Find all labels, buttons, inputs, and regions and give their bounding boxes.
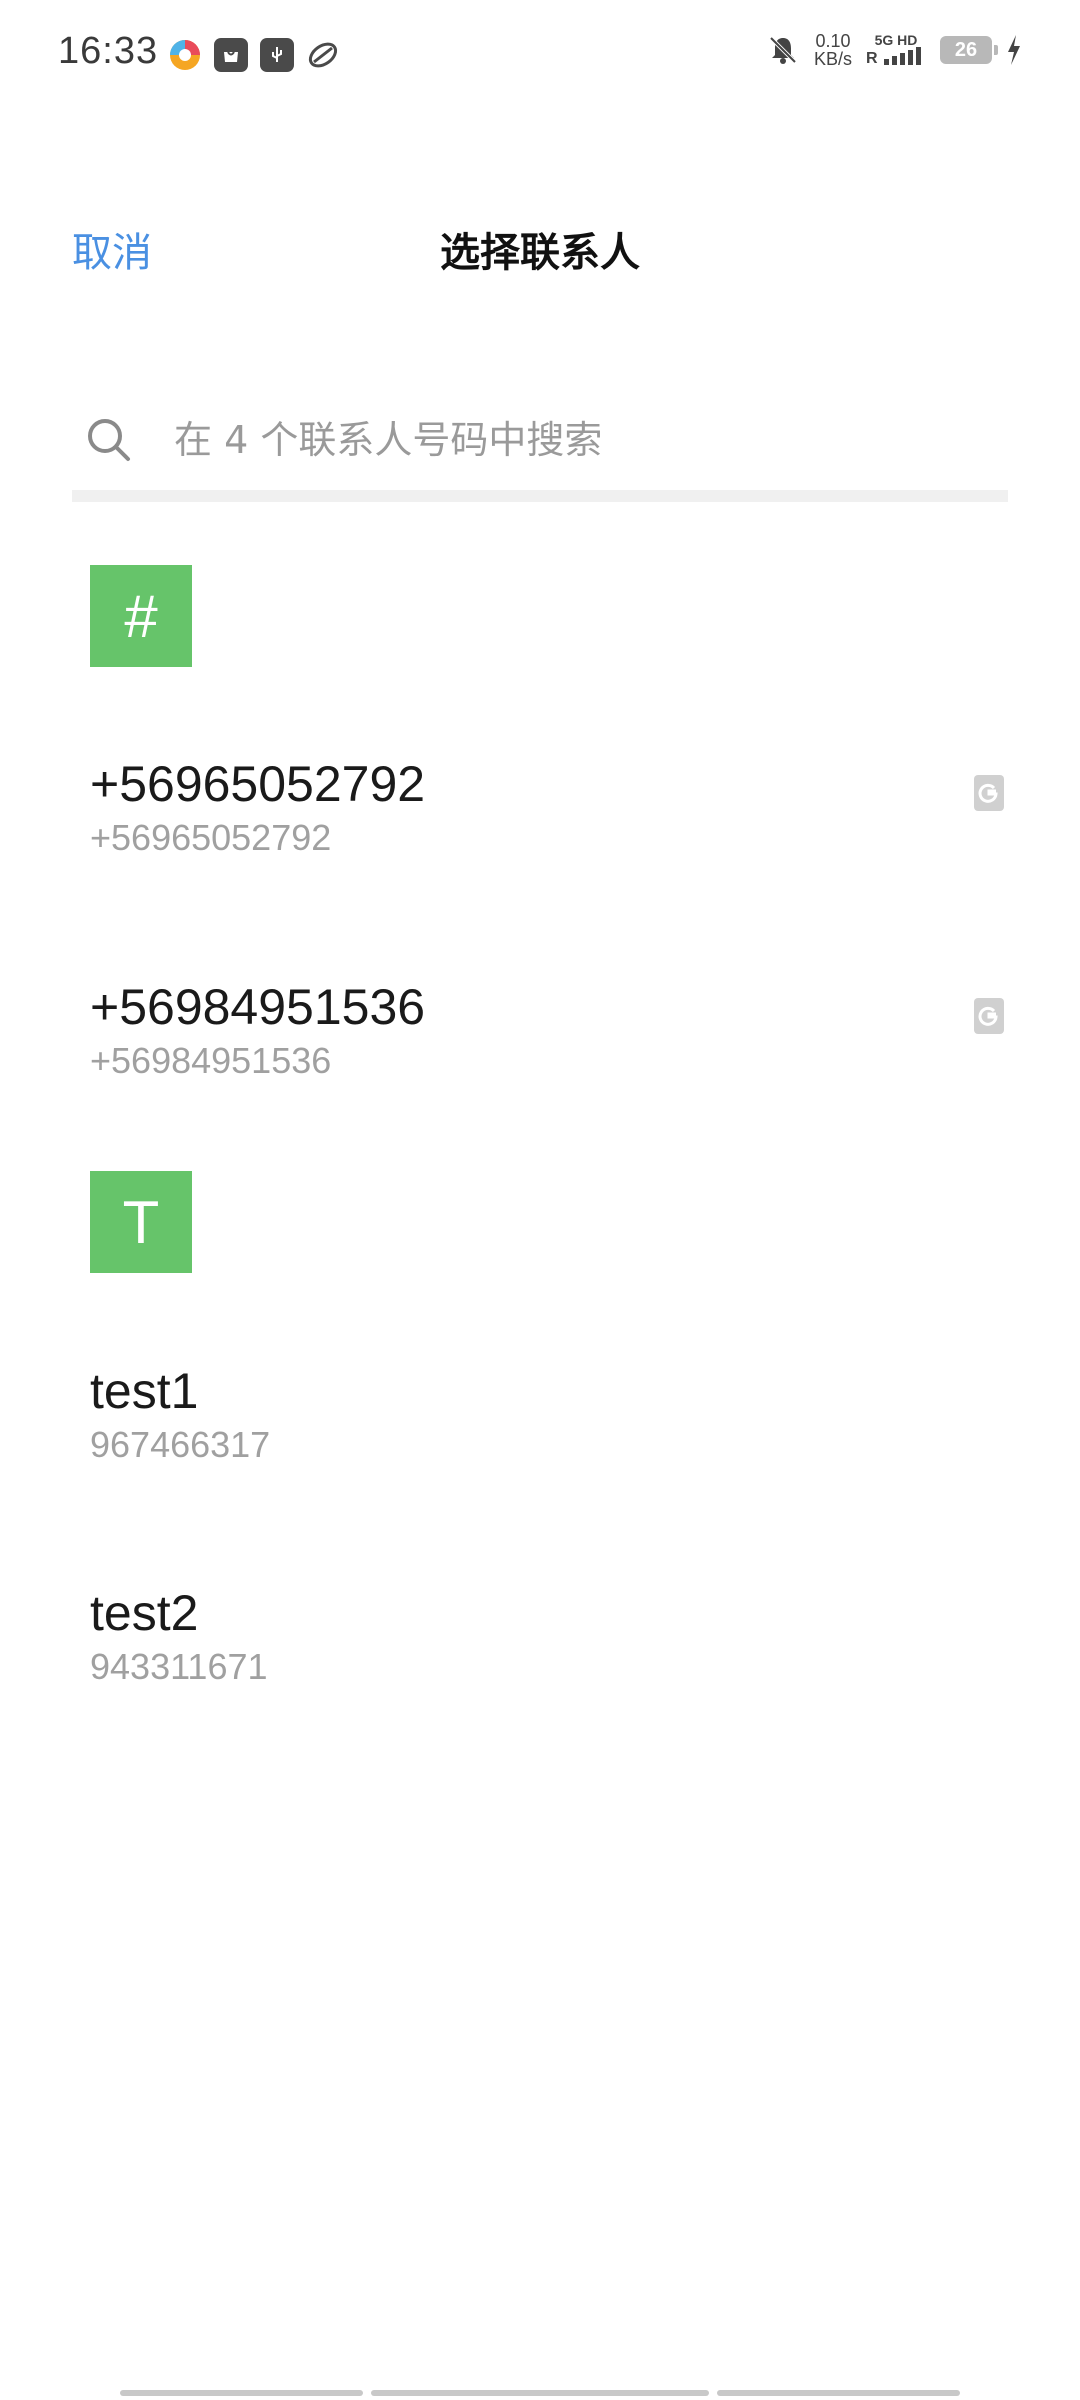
signal-label: 5G HD (874, 32, 918, 48)
contact-name: test1 (90, 1363, 199, 1419)
contact-item[interactable]: test1 967466317 (0, 1362, 1080, 1562)
status-indicators: 0.10 KB/s 5G HD R 26 (766, 32, 1022, 68)
contact-number: +56984951536 (90, 1040, 332, 1081)
search-bar[interactable] (72, 390, 1008, 502)
contact-name: +56984951536 (90, 979, 426, 1035)
leaf-app-icon (306, 38, 340, 72)
contact-item[interactable]: +56965052792 +56965052792 (0, 755, 1080, 955)
contact-name: test2 (90, 1585, 199, 1641)
network-speed: 0.10 KB/s (814, 32, 852, 68)
nav-segment-right[interactable] (716, 2390, 960, 2396)
signal-bars-icon: R (866, 47, 921, 67)
status-bar: 16:33 0.10 KB/s 5G HD R 26 (0, 0, 1080, 110)
silent-bell-icon (769, 36, 797, 64)
section-header-t: T (90, 1171, 192, 1273)
svg-text:R: R (866, 50, 878, 67)
contact-name: +56965052792 (90, 756, 426, 812)
contact-number: 967466317 (90, 1424, 271, 1465)
contact-item[interactable]: test2 943311671 (0, 1584, 1080, 1784)
net-speed-value: 0.10 (815, 31, 851, 51)
search-icon (88, 419, 130, 461)
notification-icons (168, 38, 340, 72)
page-title: 选择联系人 (440, 230, 640, 276)
google-contact-icon (974, 998, 1004, 1034)
nav-segment-center[interactable] (371, 2390, 709, 2396)
navigation-bar[interactable] (120, 2390, 960, 2396)
contact-number: 943311671 (90, 1646, 268, 1687)
battery-indicator: 26 (940, 36, 998, 64)
nav-segment-left[interactable] (120, 2390, 364, 2396)
charging-bolt-icon (1008, 35, 1020, 65)
browser-app-icon (168, 38, 202, 72)
google-contact-icon (974, 775, 1004, 811)
contact-number: +56965052792 (90, 817, 332, 858)
shopping-app-icon (214, 38, 248, 72)
net-speed-unit: KB/s (813, 49, 852, 69)
signal-indicator: 5G HD R (866, 33, 926, 67)
header: 取消 选择联系人 (0, 200, 1080, 290)
status-time: 16:33 (58, 30, 159, 72)
section-header-hash: # (90, 565, 192, 667)
search-input[interactable] (172, 417, 956, 463)
contact-item[interactable]: +56984951536 +56984951536 (0, 978, 1080, 1178)
usb-debug-icon (260, 38, 294, 72)
